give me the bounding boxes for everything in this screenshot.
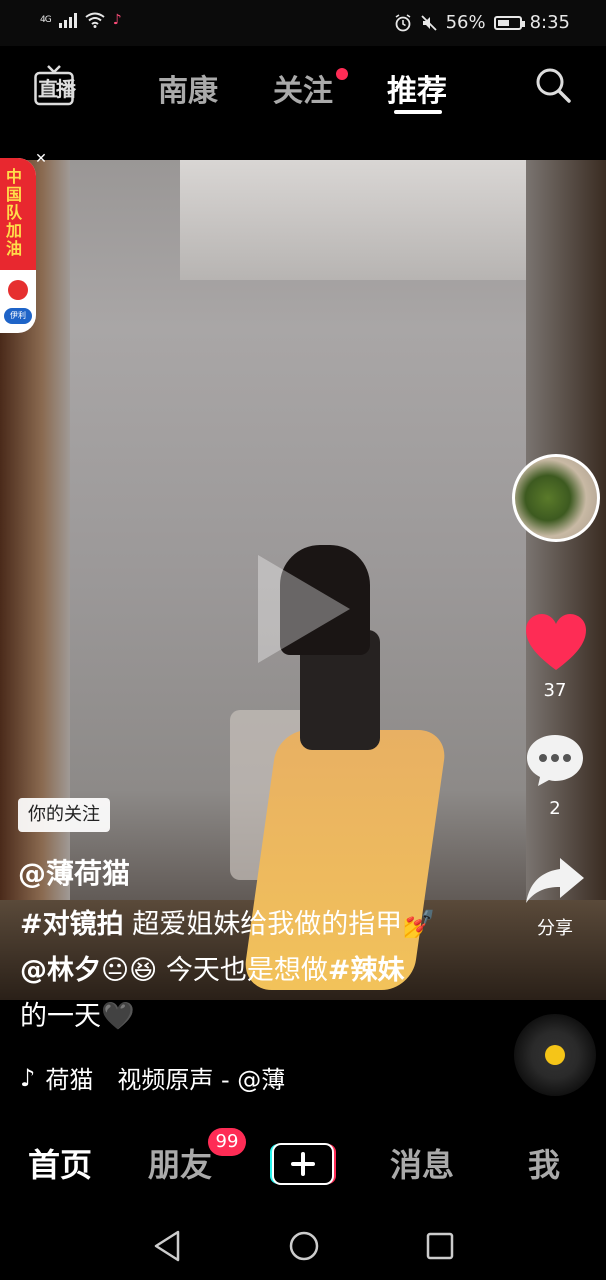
- battery-percent: 56%: [445, 12, 486, 33]
- status-left: 4G ♪: [40, 12, 122, 28]
- clock: 8:35: [529, 12, 570, 33]
- create-plus-button[interactable]: [270, 1142, 336, 1186]
- recents-square-icon[interactable]: [422, 1228, 458, 1264]
- share-label[interactable]: 分享: [515, 914, 595, 940]
- author-avatar[interactable]: [512, 454, 600, 542]
- nav-friends[interactable]: 朋友: [148, 1140, 212, 1186]
- signal-icon: [58, 12, 77, 28]
- wifi-icon: [85, 12, 105, 28]
- comment-count: 2: [549, 798, 561, 819]
- caption-text: 超爱姐妹给我做的指甲💅: [132, 909, 436, 940]
- music-source: 视频原声 - @薄: [117, 1066, 286, 1094]
- like-count: 37: [543, 680, 567, 701]
- hashtag-link[interactable]: #辣妹: [328, 955, 405, 986]
- caption-emoji: 😐😆: [101, 955, 158, 986]
- play-icon[interactable]: [258, 555, 350, 663]
- tab-local[interactable]: 南康: [158, 66, 218, 110]
- caption-text: 的一天🖤: [20, 1001, 135, 1032]
- video-caption: #对镜拍 超爱姐妹给我做的指甲💅 @林夕😐😆 今天也是想做#辣妹 的一天🖤: [20, 902, 440, 1040]
- active-tab-indicator: [394, 110, 442, 114]
- close-icon[interactable]: ✕: [32, 150, 50, 168]
- status-right: 56% 8:35: [394, 12, 570, 33]
- author-name[interactable]: @薄荷猫: [18, 852, 130, 892]
- mention-link[interactable]: @林夕: [20, 955, 101, 986]
- music-disc-core: [545, 1045, 565, 1065]
- nav-messages[interactable]: 消息: [390, 1140, 454, 1186]
- search-icon[interactable]: [534, 66, 572, 104]
- music-title: 荷猫: [45, 1066, 94, 1094]
- tiktok-notification-icon: ♪: [112, 12, 122, 28]
- caption-text: 今天也是想做: [165, 955, 328, 986]
- status-bar: 4G ♪ 56% 8:35: [0, 0, 606, 46]
- music-note-icon: ♪: [20, 1063, 36, 1092]
- like-heart-icon[interactable]: [524, 612, 588, 672]
- tab-recommended[interactable]: 推荐: [387, 66, 447, 110]
- back-icon[interactable]: [150, 1228, 186, 1264]
- mute-icon: [420, 14, 437, 31]
- brand-logo: 伊利: [4, 308, 32, 324]
- following-notification-dot: [336, 68, 348, 80]
- share-arrow-icon[interactable]: [524, 856, 586, 906]
- ad-badge-text: 中国队加油: [6, 167, 23, 258]
- nav-me[interactable]: 我: [528, 1140, 560, 1186]
- live-label[interactable]: 直播: [38, 73, 76, 102]
- comment-icon[interactable]: [524, 732, 586, 788]
- music-disc[interactable]: [514, 1014, 596, 1096]
- tab-following[interactable]: 关注: [273, 66, 333, 110]
- battery-icon: [493, 15, 525, 30]
- olympic-logo-icon: [8, 280, 28, 300]
- home-circle-icon[interactable]: [286, 1228, 322, 1264]
- video-scene-ceiling: [180, 160, 540, 280]
- music-ticker[interactable]: ♪ 荷猫 视频原声 - @薄: [20, 1060, 320, 1095]
- alarm-icon: [395, 13, 411, 31]
- friends-badge: 99: [208, 1128, 246, 1156]
- nav-home[interactable]: 首页: [28, 1140, 92, 1186]
- network-indicator: 4G: [40, 14, 52, 25]
- following-tag: 你的关注: [18, 798, 110, 832]
- hashtag-link[interactable]: #对镜拍: [20, 909, 124, 940]
